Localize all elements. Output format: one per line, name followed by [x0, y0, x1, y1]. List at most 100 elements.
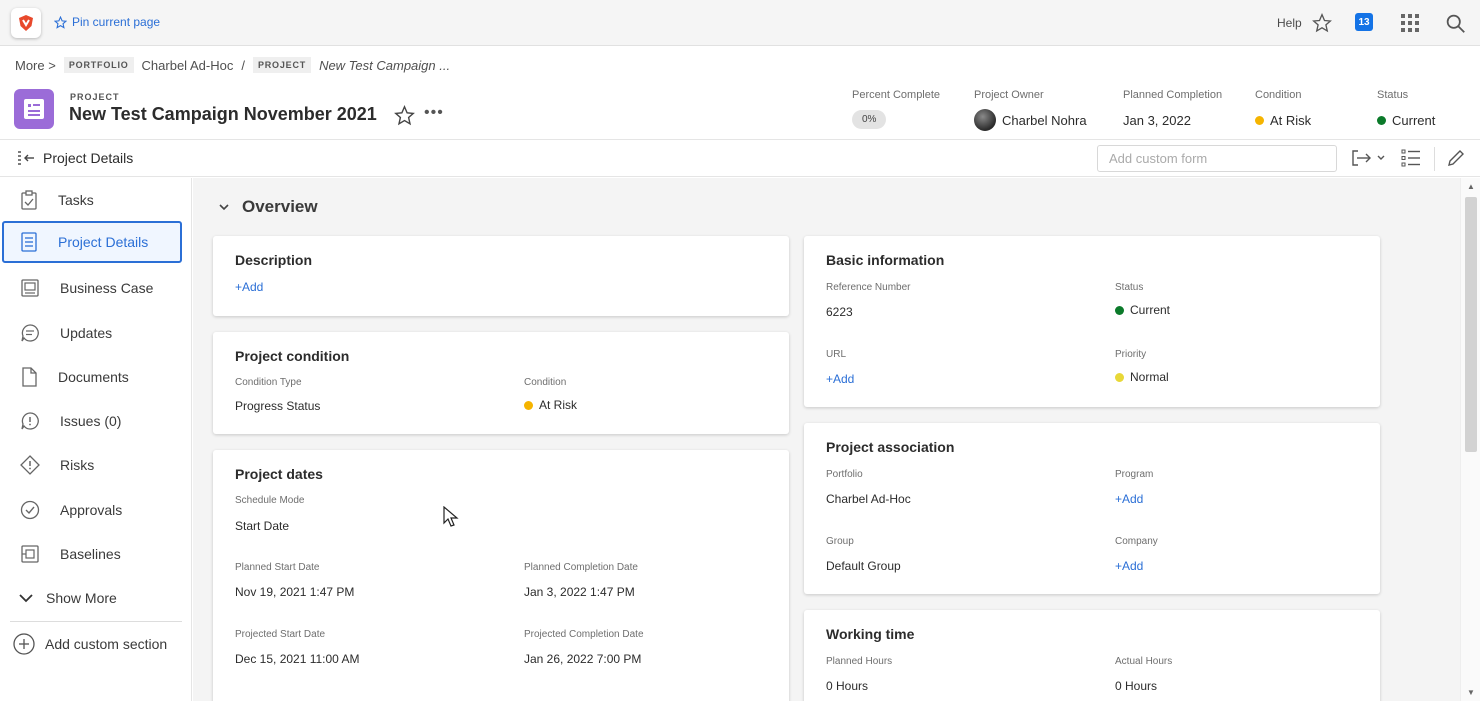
overview-section-toggle[interactable]: Overview — [218, 197, 318, 217]
portfolio-value[interactable]: Charbel Ad-Hoc — [826, 492, 911, 506]
condition-value[interactable]: At Risk — [1255, 113, 1311, 128]
condition-type-value[interactable]: Progress Status — [235, 399, 320, 413]
actual-hours-value: 0 Hours — [1115, 679, 1158, 693]
risk-diamond-icon — [20, 455, 40, 475]
reference-number-label: Reference Number — [826, 282, 911, 293]
working-time-card: Working time Planned Hours 0 Hours Actua… — [804, 610, 1380, 701]
at-risk-dot-icon — [524, 400, 533, 410]
percent-complete-label: Percent Complete — [852, 89, 941, 101]
condition-type-label: Condition Type — [235, 377, 302, 388]
page-title: New Test Campaign November 2021 — [69, 104, 377, 124]
priority-value[interactable]: Normal — [1115, 370, 1169, 384]
schedule-mode-label: Schedule Mode — [235, 495, 305, 506]
add-custom-section-button[interactable]: Add custom section — [2, 623, 182, 665]
project-owner-value[interactable]: Charbel Nohra — [974, 109, 1087, 131]
main-scrollbar[interactable]: ▲ ▼ — [1460, 178, 1480, 701]
url-label: URL — [826, 349, 847, 360]
sidebar-item-label: Business Case — [60, 280, 154, 296]
sidebar-item-business-case[interactable]: Business Case — [2, 267, 182, 309]
issue-bubble-icon — [21, 412, 39, 430]
breadcrumb-project-link[interactable]: New Test Campaign ... — [319, 58, 450, 73]
help-link[interactable]: Help — [1277, 16, 1302, 30]
basic-information-card: Basic information Reference Number 6223 … — [804, 236, 1380, 407]
scroll-thumb[interactable] — [1465, 197, 1477, 452]
chevron-down-icon — [219, 204, 229, 211]
workfront-logo-icon — [19, 15, 33, 31]
card-title: Project condition — [235, 348, 350, 364]
basic-status-value[interactable]: Current — [1115, 303, 1170, 317]
project-association-card: Project association Portfolio Charbel Ad… — [804, 423, 1380, 594]
breadcrumb-more[interactable]: More > — [15, 58, 56, 73]
priority-text: Normal — [1130, 370, 1169, 384]
percent-complete-pill: 0% — [852, 110, 887, 129]
condition-field-value[interactable]: At Risk — [524, 398, 577, 412]
sidebar-item-tasks[interactable]: Tasks — [2, 179, 182, 221]
breadcrumb: More > PORTFOLIO Charbel Ad-Hoc / PROJEC… — [15, 55, 450, 75]
scroll-down-arrow-icon[interactable]: ▼ — [1467, 688, 1475, 697]
project-owner-label: Project Owner — [974, 89, 1044, 101]
more-options-icon[interactable]: ••• — [424, 104, 444, 122]
sidebar-item-documents[interactable]: Documents — [2, 356, 182, 398]
project-dates-card: Project dates Schedule Mode Start Date P… — [213, 450, 789, 701]
sidebar-item-label: Updates — [60, 325, 113, 341]
status-value[interactable]: Current — [1377, 113, 1435, 128]
apps-grid-icon[interactable] — [1399, 12, 1421, 34]
sidebar-item-project-details[interactable]: Project Details — [2, 221, 182, 263]
business-case-icon — [21, 279, 39, 297]
chevron-down-icon — [19, 594, 33, 603]
card-title: Basic information — [826, 252, 945, 268]
group-label: Group — [826, 536, 854, 547]
search-icon[interactable] — [1444, 12, 1466, 34]
sidebar-item-risks[interactable]: Risks — [2, 444, 182, 486]
mouse-cursor-icon — [443, 506, 459, 527]
approval-check-icon — [20, 500, 40, 520]
avatar — [974, 109, 996, 131]
export-dropdown-button[interactable] — [1351, 147, 1385, 169]
show-more-button[interactable]: Show More — [2, 577, 182, 619]
breadcrumb-project-tag: PROJECT — [252, 57, 312, 73]
card-title: Working time — [826, 626, 915, 642]
collapse-panel-button[interactable]: Project Details — [17, 150, 133, 166]
group-value[interactable]: Default Group — [826, 559, 901, 573]
breadcrumb-portfolio-tag: PORTFOLIO — [63, 57, 134, 73]
at-risk-dot-icon — [1255, 116, 1264, 125]
status-text: Current — [1392, 113, 1436, 128]
main-content: Overview Description +Add Project condit… — [193, 178, 1460, 701]
favorites-star-icon[interactable] — [1311, 12, 1333, 34]
plus-circle-icon — [13, 633, 35, 655]
sidebar-item-updates[interactable]: Updates — [2, 312, 182, 354]
add-url-link[interactable]: +Add — [826, 372, 854, 386]
planned-hours-value: 0 Hours — [826, 679, 869, 693]
card-title: Project association — [826, 439, 955, 455]
schedule-mode-value[interactable]: Start Date — [235, 519, 289, 533]
add-company-link[interactable]: +Add — [1115, 559, 1143, 573]
sidebar-item-label: Tasks — [58, 192, 94, 208]
pin-current-page-button[interactable]: Pin current page — [54, 15, 160, 29]
add-description-link[interactable]: +Add — [235, 280, 263, 294]
add-custom-section-label: Add custom section — [45, 636, 168, 652]
layout-list-icon[interactable] — [1401, 147, 1421, 169]
app-logo[interactable] — [11, 8, 41, 38]
sidebar-item-label: Approvals — [60, 502, 123, 518]
scroll-up-arrow-icon[interactable]: ▲ — [1467, 182, 1475, 191]
planned-completion-date-value[interactable]: Jan 3, 2022 1:47 PM — [524, 585, 635, 599]
add-custom-form-input[interactable] — [1097, 145, 1337, 172]
card-title: Project dates — [235, 466, 323, 482]
priority-label: Priority — [1115, 349, 1147, 360]
sidebar-item-label: Project Details — [58, 234, 149, 250]
sidebar-item-approvals[interactable]: Approvals — [2, 489, 182, 531]
add-program-link[interactable]: +Add — [1115, 492, 1143, 506]
tasks-clipboard-icon — [21, 190, 37, 210]
planned-start-value[interactable]: Nov 19, 2021 1:47 PM — [235, 585, 354, 599]
sidebar-item-issues[interactable]: Issues (0) — [2, 400, 182, 442]
favorite-project-star-icon[interactable] — [394, 104, 415, 131]
edit-pencil-icon[interactable] — [1446, 147, 1466, 169]
sidebar-item-baselines[interactable]: Baselines — [2, 533, 182, 575]
condition-text: At Risk — [1270, 113, 1312, 128]
details-toolbar: Project Details — [0, 139, 1480, 177]
notifications-badge[interactable]: 13 — [1355, 13, 1373, 31]
sidebar-divider — [10, 621, 182, 622]
breadcrumb-portfolio-link[interactable]: Charbel Ad-Hoc — [142, 58, 234, 73]
current-status-dot-icon — [1377, 116, 1386, 125]
card-title: Description — [235, 252, 313, 268]
